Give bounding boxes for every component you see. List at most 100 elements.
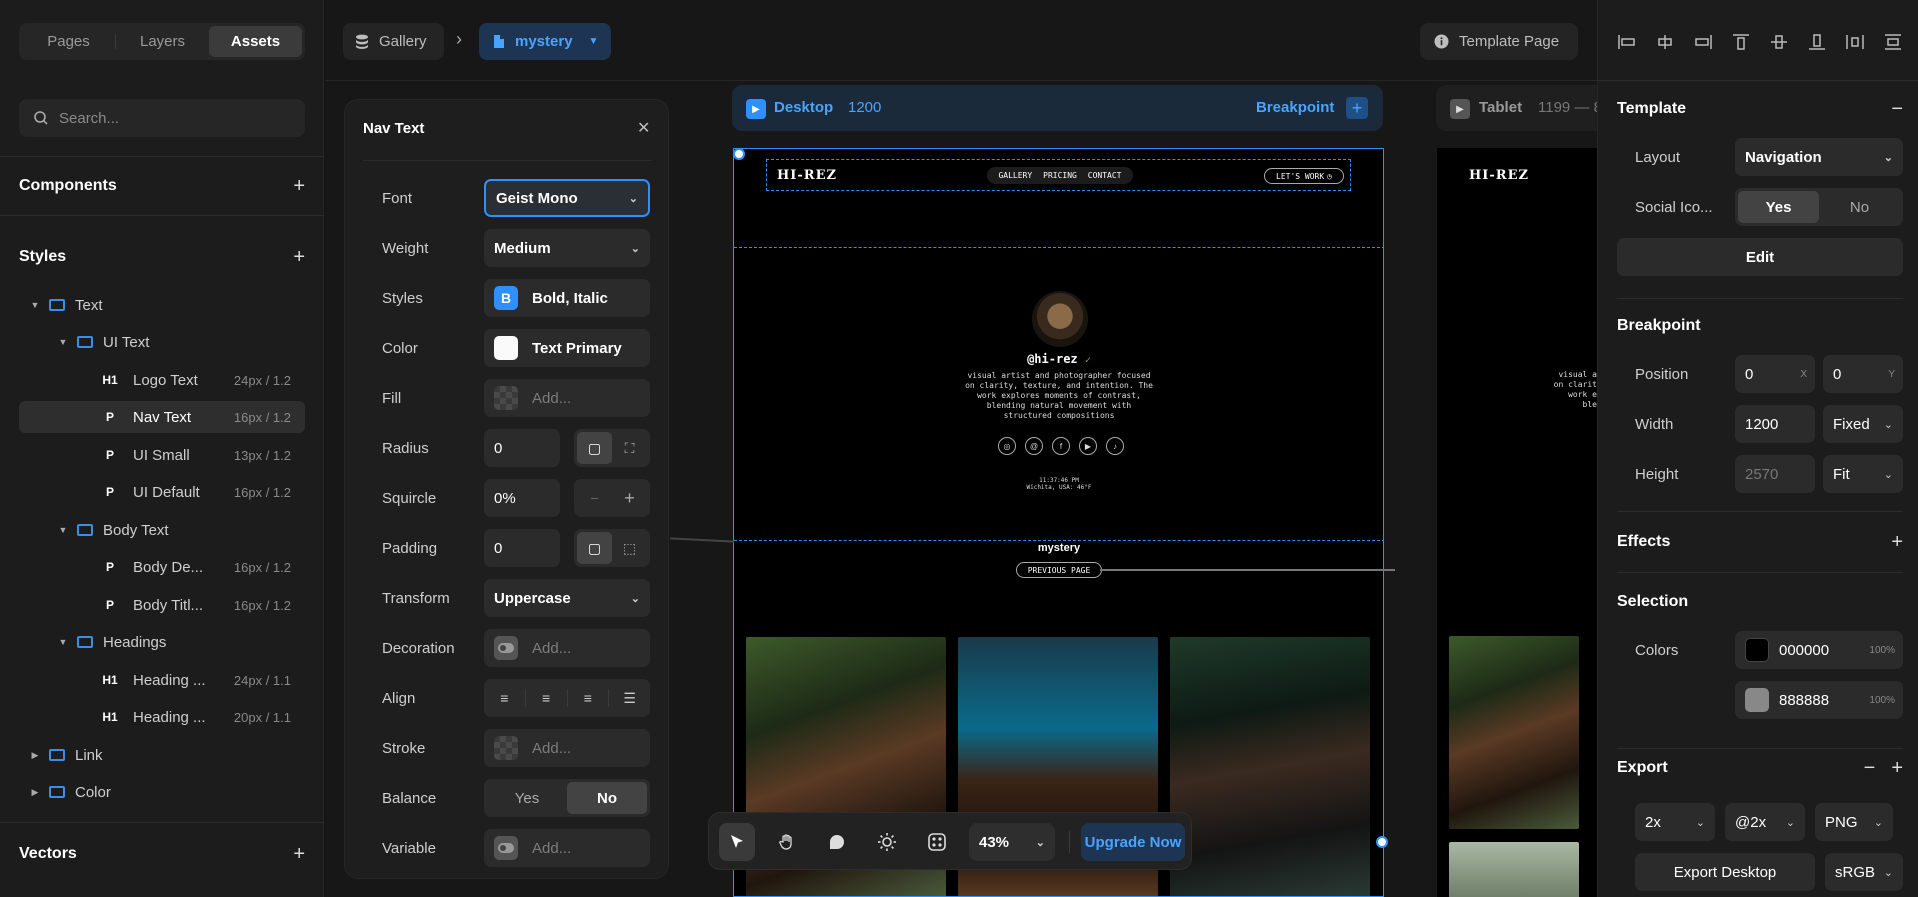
color-profile-select[interactable]: sRGB ⌄ bbox=[1825, 853, 1903, 891]
uniform-padding-icon[interactable]: ▢ bbox=[577, 532, 612, 564]
tree-item-color[interactable]: ▶ Color bbox=[19, 776, 305, 808]
social-yes[interactable]: Yes bbox=[1738, 191, 1819, 223]
zoom-select[interactable]: 43% ⌄ bbox=[969, 823, 1055, 861]
export-suffix-select[interactable]: @2x ⌄ bbox=[1725, 803, 1805, 841]
site-nav-gallery[interactable]: GALLERY bbox=[998, 171, 1032, 180]
tablet-frame-header[interactable]: ▶ Tablet 1199 — 8 bbox=[1436, 85, 1602, 131]
color-select[interactable]: Text Primary bbox=[484, 329, 650, 367]
font-select[interactable]: Geist Mono ⌄ bbox=[484, 179, 650, 217]
add-effect-button[interactable]: + bbox=[1891, 531, 1903, 554]
add-vector-button[interactable]: + bbox=[293, 843, 305, 866]
play-icon[interactable]: ▶ bbox=[746, 99, 766, 119]
close-icon[interactable]: ✕ bbox=[637, 118, 650, 138]
caret-down-icon[interactable]: ▼ bbox=[57, 525, 69, 535]
site-nav-contact[interactable]: CONTACT bbox=[1088, 171, 1122, 180]
width-mode-select[interactable]: Fixed ⌄ bbox=[1823, 405, 1903, 443]
increment-button[interactable]: + bbox=[612, 482, 647, 514]
align-justify-icon[interactable]: ☰ bbox=[609, 689, 650, 707]
width-input[interactable]: 1200 bbox=[1735, 405, 1815, 443]
previous-page-button[interactable]: PREVIOUS PAGE bbox=[1016, 562, 1102, 578]
align-right-icon[interactable] bbox=[1693, 34, 1713, 50]
align-left-icon[interactable]: ≡ bbox=[484, 689, 526, 707]
comment-tool[interactable] bbox=[819, 823, 855, 861]
fill-select[interactable]: Add... bbox=[484, 379, 650, 417]
balance-no[interactable]: No bbox=[567, 782, 647, 814]
variable-select[interactable]: Add... bbox=[484, 829, 650, 867]
breakpoint-button[interactable]: Breakpoint bbox=[1256, 99, 1334, 116]
height-mode-select[interactable]: Fit ⌄ bbox=[1823, 455, 1903, 493]
social-no[interactable]: No bbox=[1819, 191, 1900, 223]
stroke-select[interactable]: Add... bbox=[484, 729, 650, 767]
edit-template-button[interactable]: Edit bbox=[1617, 238, 1903, 276]
tree-item-body-title[interactable]: P Body Titl... 16px / 1.2 bbox=[19, 589, 305, 621]
decoration-select[interactable]: Add... bbox=[484, 629, 650, 667]
upgrade-button[interactable]: Upgrade Now bbox=[1081, 823, 1185, 861]
balance-yes[interactable]: Yes bbox=[487, 782, 567, 814]
tree-item-logo-text[interactable]: H1 Logo Text 24px / 1.2 bbox=[19, 364, 305, 396]
color-chip[interactable]: 888888 100% bbox=[1735, 681, 1903, 719]
distribute-vertical-icon[interactable] bbox=[1883, 34, 1903, 50]
tree-item-heading-large[interactable]: H1 Heading ... 24px / 1.1 bbox=[19, 664, 305, 696]
hand-tool[interactable] bbox=[769, 823, 805, 861]
caret-down-icon[interactable]: ▼ bbox=[57, 337, 69, 347]
squircle-input[interactable]: 0% bbox=[484, 479, 560, 517]
caret-down-icon[interactable]: ▼ bbox=[29, 300, 41, 310]
collapse-template-button[interactable]: − bbox=[1891, 98, 1903, 121]
tree-item-nav-text[interactable]: P Nav Text 16px / 1.2 bbox=[19, 401, 305, 433]
styles-select[interactable]: B Bold, Italic bbox=[484, 279, 650, 317]
resize-handle[interactable] bbox=[1376, 836, 1388, 848]
individual-corners-icon[interactable]: ⛶ bbox=[612, 432, 647, 464]
decrement-button[interactable]: − bbox=[577, 482, 612, 514]
tree-item-ui-small[interactable]: P UI Small 13px / 1.2 bbox=[19, 439, 305, 471]
transform-select[interactable]: Uppercase ⌄ bbox=[484, 579, 650, 617]
caret-down-icon[interactable]: ▼ bbox=[57, 637, 69, 647]
export-format-select[interactable]: PNG ⌄ bbox=[1815, 803, 1893, 841]
youtube-icon[interactable]: ▶ bbox=[1079, 437, 1097, 455]
weight-select[interactable]: Medium ⌄ bbox=[484, 229, 650, 267]
padding-input[interactable]: 0 bbox=[484, 529, 560, 567]
align-top-icon[interactable] bbox=[1731, 34, 1751, 50]
tab-layers[interactable]: Layers bbox=[116, 26, 209, 57]
template-page-button[interactable]: Template Page bbox=[1420, 23, 1578, 60]
breadcrumb-gallery[interactable]: Gallery bbox=[343, 23, 444, 60]
tab-pages[interactable]: Pages bbox=[22, 26, 115, 57]
play-icon[interactable]: ▶ bbox=[1450, 99, 1470, 119]
position-y-input[interactable]: 0Y bbox=[1823, 355, 1903, 393]
caret-right-icon[interactable]: ▶ bbox=[29, 787, 41, 798]
height-input[interactable]: 2570 bbox=[1735, 455, 1815, 493]
tiktok-icon[interactable]: ♪ bbox=[1106, 437, 1124, 455]
select-tool[interactable] bbox=[719, 823, 755, 861]
uniform-corners-icon[interactable]: ▢ bbox=[577, 432, 612, 464]
search-input[interactable] bbox=[59, 109, 279, 127]
export-scale-select[interactable]: 2x ⌄ bbox=[1635, 803, 1715, 841]
tree-item-ui-default[interactable]: P UI Default 16px / 1.2 bbox=[19, 476, 305, 508]
position-x-input[interactable]: 0X bbox=[1735, 355, 1815, 393]
color-chip[interactable]: 000000 100% bbox=[1735, 631, 1903, 669]
components-tool[interactable] bbox=[919, 823, 955, 861]
desktop-frame[interactable]: HI-REZ GALLERY PRICING CONTACT LET'S WOR… bbox=[733, 148, 1384, 897]
remove-export-button[interactable]: − bbox=[1864, 757, 1876, 780]
facebook-icon[interactable]: f bbox=[1052, 437, 1070, 455]
radius-input[interactable]: 0 bbox=[484, 429, 560, 467]
align-right-icon[interactable]: ≡ bbox=[568, 689, 610, 707]
add-export-button[interactable]: + bbox=[1891, 757, 1903, 780]
threads-icon[interactable]: @ bbox=[1025, 437, 1043, 455]
add-component-button[interactable]: + bbox=[293, 175, 305, 198]
align-middle-icon[interactable] bbox=[1769, 34, 1789, 50]
gallery-photo[interactable] bbox=[1449, 842, 1579, 897]
tablet-frame[interactable]: HI-REZ visual a on clarit work e ble bbox=[1437, 148, 1597, 897]
align-left-icon[interactable] bbox=[1617, 34, 1637, 50]
tree-item-headings[interactable]: ▼ Headings bbox=[19, 626, 305, 658]
tree-item-body-text[interactable]: ▼ Body Text bbox=[19, 514, 305, 546]
tree-item-text[interactable]: ▼ Text bbox=[19, 289, 305, 321]
gallery-photo[interactable] bbox=[1449, 636, 1579, 829]
layout-select[interactable]: Navigation ⌄ bbox=[1735, 138, 1903, 176]
align-center-icon[interactable]: ≡ bbox=[526, 689, 568, 707]
site-logo[interactable]: HI-REZ bbox=[777, 168, 837, 183]
breadcrumb-page[interactable]: mystery ▼ bbox=[479, 23, 611, 60]
instagram-icon[interactable]: ◎ bbox=[998, 437, 1016, 455]
tab-assets[interactable]: Assets bbox=[209, 26, 302, 57]
distribute-horizontal-icon[interactable] bbox=[1845, 34, 1865, 50]
align-center-horizontal-icon[interactable] bbox=[1655, 34, 1675, 50]
tree-item-heading-small[interactable]: H1 Heading ... 20px / 1.1 bbox=[19, 701, 305, 733]
